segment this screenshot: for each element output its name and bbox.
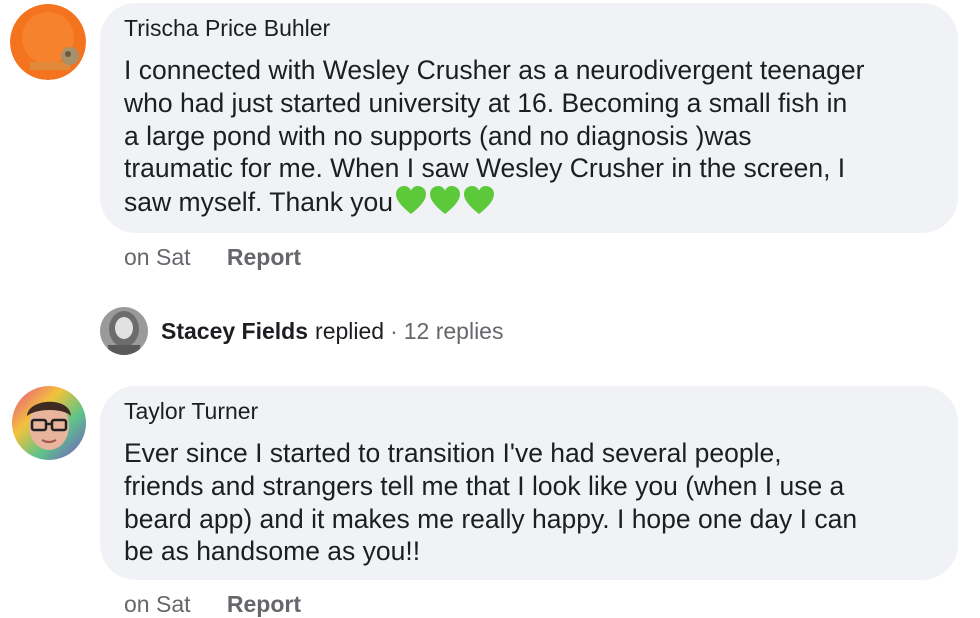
comment-author[interactable]: Taylor Turner bbox=[124, 398, 258, 425]
reply-summary[interactable]: Stacey Fields replied · 12 replies bbox=[161, 306, 503, 356]
comment-text: Ever since I started to transition I've … bbox=[124, 438, 858, 567]
comment-meta: on Sat Report bbox=[124, 591, 301, 618]
green-heart-icon bbox=[396, 186, 427, 215]
green-heart-icon bbox=[464, 186, 495, 215]
orange-avatar-image bbox=[10, 4, 86, 80]
green-heart-emojis bbox=[395, 185, 497, 215]
green-heart-icon bbox=[430, 186, 461, 215]
commenter-avatar[interactable] bbox=[10, 4, 86, 80]
comment-timestamp[interactable]: on Sat bbox=[124, 244, 191, 270]
separator-dot: · bbox=[390, 317, 398, 344]
person-avatar-image bbox=[100, 307, 148, 355]
comment-timestamp[interactable]: on Sat bbox=[124, 591, 191, 617]
report-link[interactable]: Report bbox=[227, 244, 301, 270]
comment-author[interactable]: Trischa Price Buhler bbox=[124, 15, 330, 42]
comment-meta: on Sat Report bbox=[124, 244, 301, 271]
replier-avatar[interactable] bbox=[100, 307, 148, 355]
comment-text: I connected with Wesley Crusher as a neu… bbox=[124, 54, 954, 219]
replied-label: replied bbox=[315, 317, 385, 344]
person-avatar-image bbox=[12, 386, 86, 460]
commenter-avatar[interactable] bbox=[12, 386, 86, 460]
reply-count-link[interactable]: 12 replies bbox=[404, 318, 504, 345]
replier-name[interactable]: Stacey Fields bbox=[161, 318, 308, 345]
report-link[interactable]: Report bbox=[227, 591, 301, 617]
